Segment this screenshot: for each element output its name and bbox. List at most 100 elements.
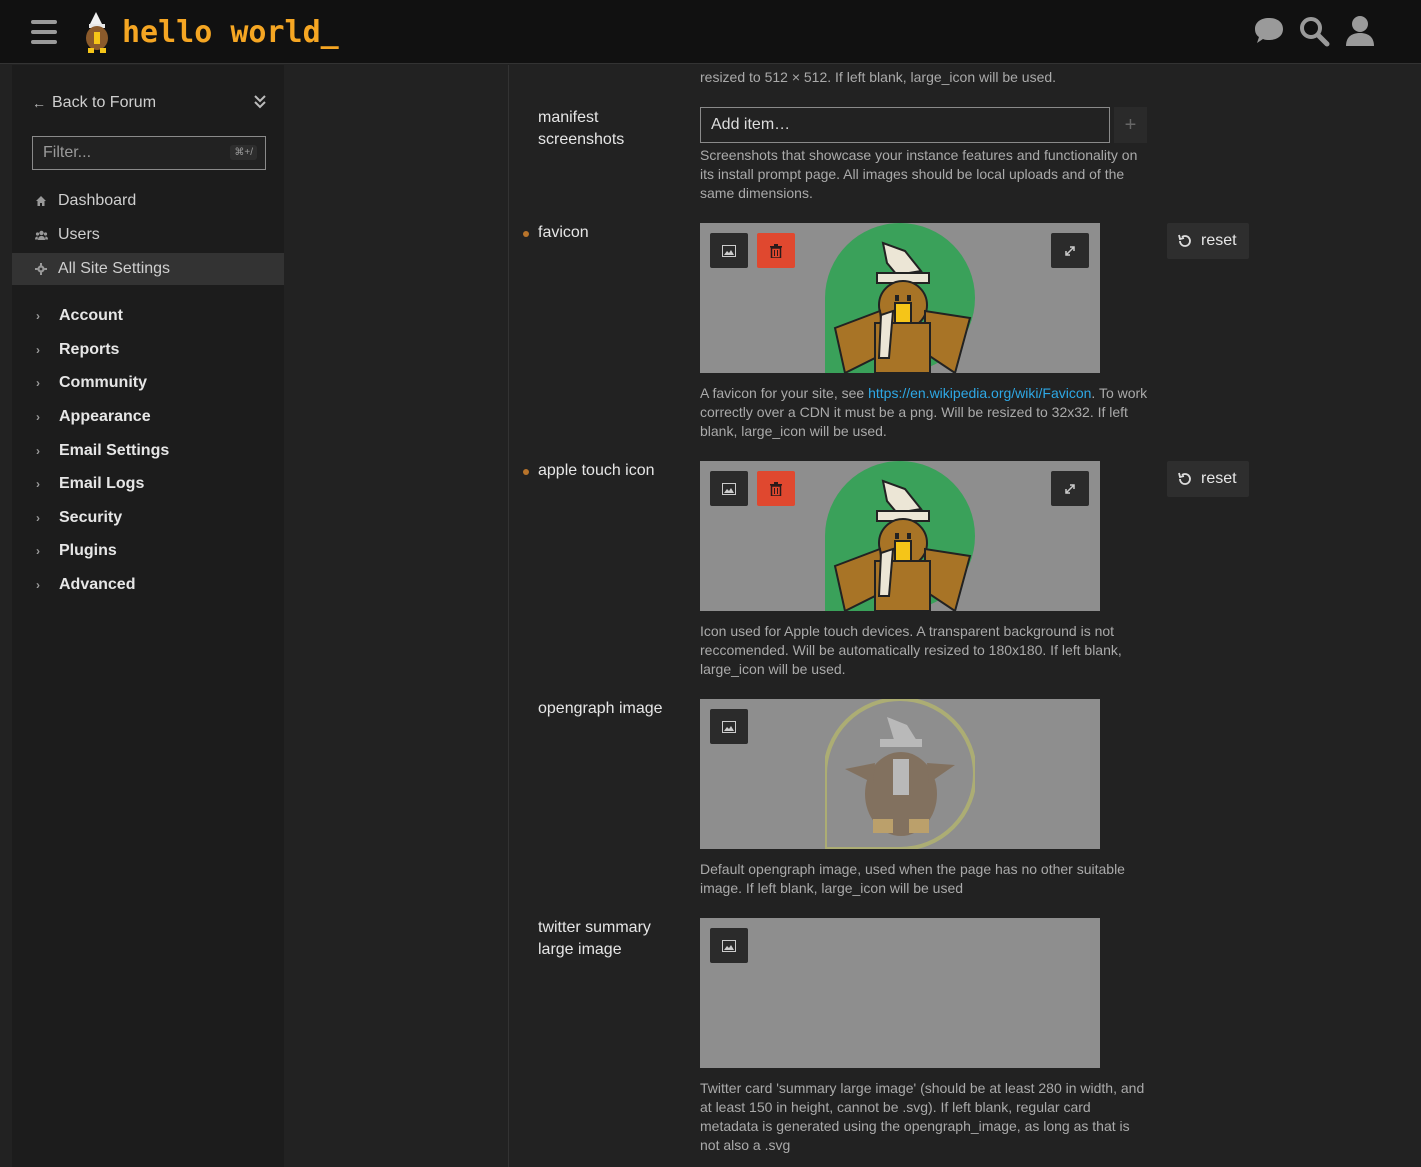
reset-label: reset	[1201, 470, 1237, 487]
image-icon	[722, 939, 736, 952]
upload-image-button[interactable]	[710, 233, 748, 268]
setting-label-manifest-screenshots: manifest screenshots	[538, 109, 625, 148]
admin-sidebar: ← Back to Forum Filter... ⌘+/ Dashboard …	[12, 65, 284, 1167]
setting-label-apple-touch-icon: apple touch icon	[538, 462, 655, 479]
delete-image-button[interactable]	[757, 233, 795, 268]
users-icon	[34, 228, 48, 242]
expand-icon	[1065, 245, 1075, 256]
chevron-right-icon: ›	[36, 444, 40, 458]
setting-label-twitter-summary-large-image: twitter summary large image	[538, 919, 651, 958]
category-label: Reports	[59, 341, 120, 358]
home-icon	[34, 194, 48, 208]
setting-label-opengraph-image: opengraph image	[538, 700, 663, 717]
modified-indicator	[523, 231, 529, 237]
expand-image-button[interactable]	[1051, 233, 1089, 268]
setting-description: A favicon for your site, see https://en.…	[700, 384, 1150, 441]
chevron-right-icon: ›	[36, 544, 40, 558]
site-header: hello world_	[0, 0, 1421, 64]
chevron-right-icon: ›	[36, 410, 40, 424]
logo-text: hello world_	[122, 14, 339, 50]
sidebar-item-label: Users	[58, 226, 100, 243]
sidebar-category-email-settings[interactable]: › Email Settings	[36, 440, 169, 462]
setting-description: resized to 512 × 512. If left blank, lar…	[700, 69, 1057, 85]
sidebar-item-label: Dashboard	[58, 192, 137, 209]
modified-indicator	[523, 469, 529, 475]
user-icon[interactable]	[1343, 14, 1377, 48]
category-label: Community	[59, 374, 147, 391]
filter-shortcut-hint: ⌘+/	[230, 145, 257, 160]
category-label: Email Settings	[59, 442, 170, 459]
back-to-forum-label: Back to Forum	[52, 94, 157, 111]
expand-image-button[interactable]	[1051, 471, 1089, 506]
undo-icon	[1178, 234, 1191, 247]
sidebar-category-plugins[interactable]: › Plugins	[36, 540, 117, 562]
gear-icon	[34, 262, 48, 276]
favicon-image-preview	[700, 223, 1100, 373]
logo-mascot-icon	[86, 12, 108, 53]
back-to-forum-link[interactable]: ← Back to Forum	[32, 93, 272, 113]
setting-description: Default opengraph image, used when the p…	[700, 861, 1125, 896]
trash-icon	[770, 243, 782, 258]
add-item-button[interactable]: +	[1114, 107, 1147, 143]
upload-image-button[interactable]	[710, 471, 748, 506]
sidebar-item-label: All Site Settings	[58, 260, 171, 277]
expand-icon	[1065, 483, 1075, 494]
sidebar-item-users[interactable]: Users	[12, 219, 284, 251]
sidebar-category-security[interactable]: › Security	[36, 507, 122, 529]
favicon-desc-before: A favicon for your site, see	[700, 385, 869, 401]
chevron-right-icon: ›	[36, 477, 40, 491]
favicon-wikipedia-link[interactable]: https://en.wikipedia.org/wiki/Favicon	[868, 385, 1091, 401]
category-label: Advanced	[59, 576, 136, 593]
image-icon	[722, 482, 736, 495]
favicon-image	[825, 223, 975, 373]
search-icon[interactable]	[1297, 14, 1331, 48]
sidebar-category-reports[interactable]: › Reports	[36, 339, 119, 361]
category-label: Plugins	[59, 542, 117, 559]
sidebar-category-appearance[interactable]: › Appearance	[36, 406, 151, 428]
upload-image-button[interactable]	[710, 709, 748, 744]
chevron-right-icon: ›	[36, 511, 40, 525]
setting-description: Twitter card 'summary large image' (shou…	[700, 1080, 1145, 1153]
sidebar-category-advanced[interactable]: › Advanced	[36, 574, 135, 596]
content-divider	[508, 65, 509, 1167]
apple-touch-icon-image-preview	[700, 461, 1100, 611]
filter-placeholder: Filter...	[43, 144, 92, 161]
twitter-image-preview	[700, 918, 1100, 1068]
image-icon	[722, 720, 736, 733]
undo-icon	[1178, 472, 1191, 485]
category-label: Appearance	[59, 408, 151, 425]
add-item-placeholder: Add item…	[711, 116, 791, 133]
image-icon	[722, 244, 736, 257]
chat-icon[interactable]	[1252, 14, 1286, 48]
sidebar-category-email-logs[interactable]: › Email Logs	[36, 473, 144, 495]
site-logo[interactable]: hello world_	[80, 10, 339, 54]
sidebar-category-account[interactable]: › Account	[36, 305, 123, 327]
trash-icon	[770, 481, 782, 496]
chevron-right-icon: ›	[36, 578, 40, 592]
plus-icon: +	[1124, 113, 1137, 136]
reset-label: reset	[1201, 232, 1237, 249]
collapse-sidebar-icon[interactable]	[253, 94, 267, 110]
setting-label-favicon: favicon	[538, 224, 589, 241]
sidebar-category-community[interactable]: › Community	[36, 372, 147, 394]
hamburger-icon[interactable]	[31, 20, 57, 44]
chevron-right-icon: ›	[36, 309, 40, 323]
chevron-right-icon: ›	[36, 343, 40, 357]
sidebar-item-dashboard[interactable]: Dashboard	[12, 185, 284, 217]
delete-image-button[interactable]	[757, 471, 795, 506]
category-label: Email Logs	[59, 475, 145, 492]
apple-touch-icon-reset-button[interactable]: reset	[1167, 461, 1249, 497]
category-label: Account	[59, 307, 123, 324]
opengraph-image-preview	[700, 699, 1100, 849]
apple-touch-icon-image	[825, 461, 975, 611]
setting-description: Icon used for Apple touch devices. A tra…	[700, 623, 1122, 677]
sidebar-filter-input[interactable]: Filter... ⌘+/	[32, 136, 266, 170]
arrow-left-icon: ←	[32, 95, 46, 111]
upload-image-button[interactable]	[710, 928, 748, 963]
manifest-screenshots-input[interactable]: Add item…	[700, 107, 1110, 143]
setting-description: Screenshots that showcase your instance …	[700, 147, 1138, 201]
sidebar-item-all-site-settings[interactable]: All Site Settings	[12, 253, 284, 285]
chevron-right-icon: ›	[36, 376, 40, 390]
favicon-reset-button[interactable]: reset	[1167, 223, 1249, 259]
opengraph-image	[825, 699, 975, 849]
